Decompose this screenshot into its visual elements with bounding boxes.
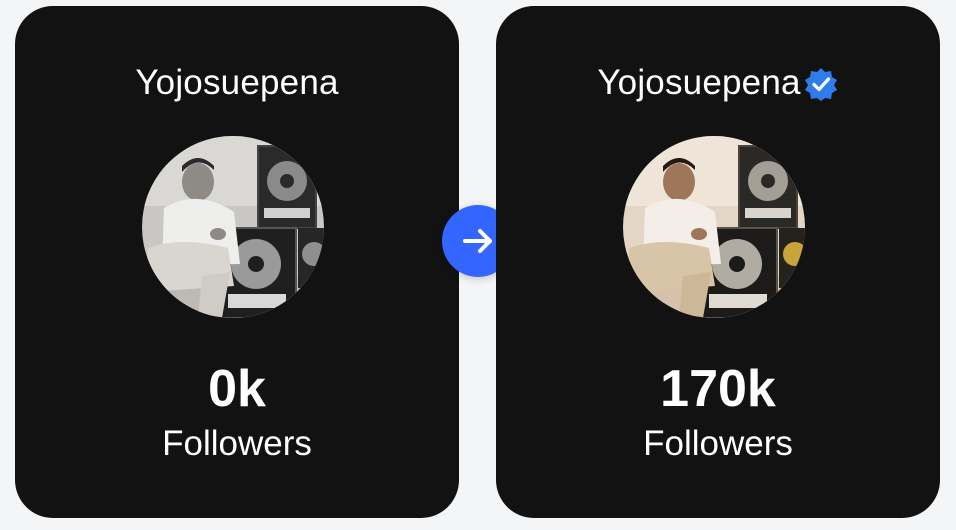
username: Yojosuepena — [597, 63, 801, 102]
username-row: Yojosuepena — [496, 63, 940, 103]
avatar — [623, 136, 805, 318]
profile-photo-color — [623, 136, 805, 318]
username: Yojosuepena — [135, 63, 339, 102]
comparison-stage: Yojosuepena 0k Followers Yojosuepena 170… — [0, 0, 956, 530]
profile-card-after: Yojosuepena 170k Followers — [496, 6, 940, 518]
profile-photo-grayscale — [142, 136, 324, 318]
followers-label: Followers — [643, 424, 793, 463]
followers-count: 0k — [208, 360, 266, 418]
username-row: Yojosuepena — [15, 63, 459, 103]
verified-badge-icon — [804, 68, 837, 101]
avatar — [142, 136, 324, 318]
profile-card-before: Yojosuepena 0k Followers — [15, 6, 459, 518]
followers-label: Followers — [162, 424, 312, 463]
followers-count: 170k — [660, 360, 776, 418]
arrow-right-icon — [463, 229, 492, 253]
